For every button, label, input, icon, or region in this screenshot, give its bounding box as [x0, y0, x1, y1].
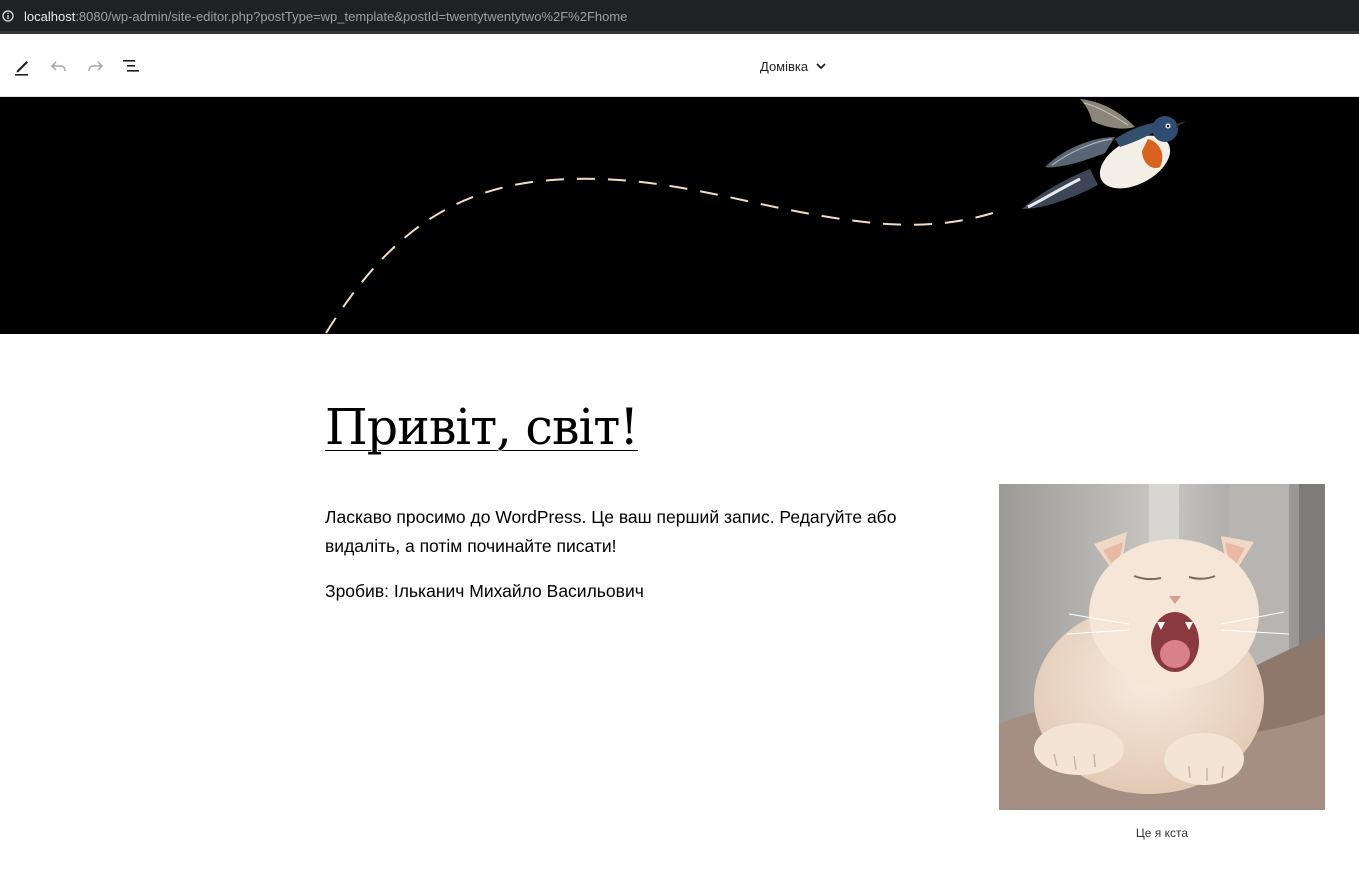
- url-host: localhost: [24, 9, 76, 24]
- template-selector[interactable]: Домівка: [760, 56, 828, 76]
- header-illustration: [325, 99, 1186, 334]
- pencil-icon: [15, 61, 28, 76]
- bird-illustration: [1022, 99, 1186, 209]
- edit-tool-button[interactable]: [8, 52, 36, 80]
- url-path: :8080/wp-admin/site-editor.php?postType=…: [75, 9, 628, 24]
- image-caption[interactable]: Це я кста: [999, 826, 1325, 840]
- cat-image[interactable]: [999, 484, 1325, 810]
- post-paragraph[interactable]: Ласкаво просимо до WordPress. Це ваш пер…: [325, 503, 925, 561]
- list-view-icon: [123, 60, 139, 72]
- post-content: Ласкаво просимо до WordPress. Це ваш пер…: [325, 503, 925, 622]
- flight-path: [325, 177, 1006, 334]
- chevron-down-icon: [816, 63, 826, 70]
- editor-toolbar: Домівка: [0, 34, 1359, 97]
- site-header-banner[interactable]: [0, 97, 1359, 334]
- post-title[interactable]: Привіт, світ!: [325, 398, 639, 456]
- undo-button[interactable]: [45, 52, 73, 80]
- url-text[interactable]: localhost:8080/wp-admin/site-editor.php?…: [24, 9, 627, 24]
- redo-icon: [88, 61, 104, 71]
- yawning-cat-photo: [999, 484, 1325, 810]
- list-view-button[interactable]: [117, 52, 145, 80]
- redo-button[interactable]: [81, 52, 109, 80]
- template-name: Домівка: [760, 58, 809, 74]
- info-icon[interactable]: [2, 10, 14, 22]
- post-paragraph[interactable]: Зробив: Ільканич Михайло Васильович: [325, 577, 925, 606]
- browser-address-bar[interactable]: localhost:8080/wp-admin/site-editor.php?…: [0, 0, 1359, 34]
- undo-icon: [50, 61, 66, 71]
